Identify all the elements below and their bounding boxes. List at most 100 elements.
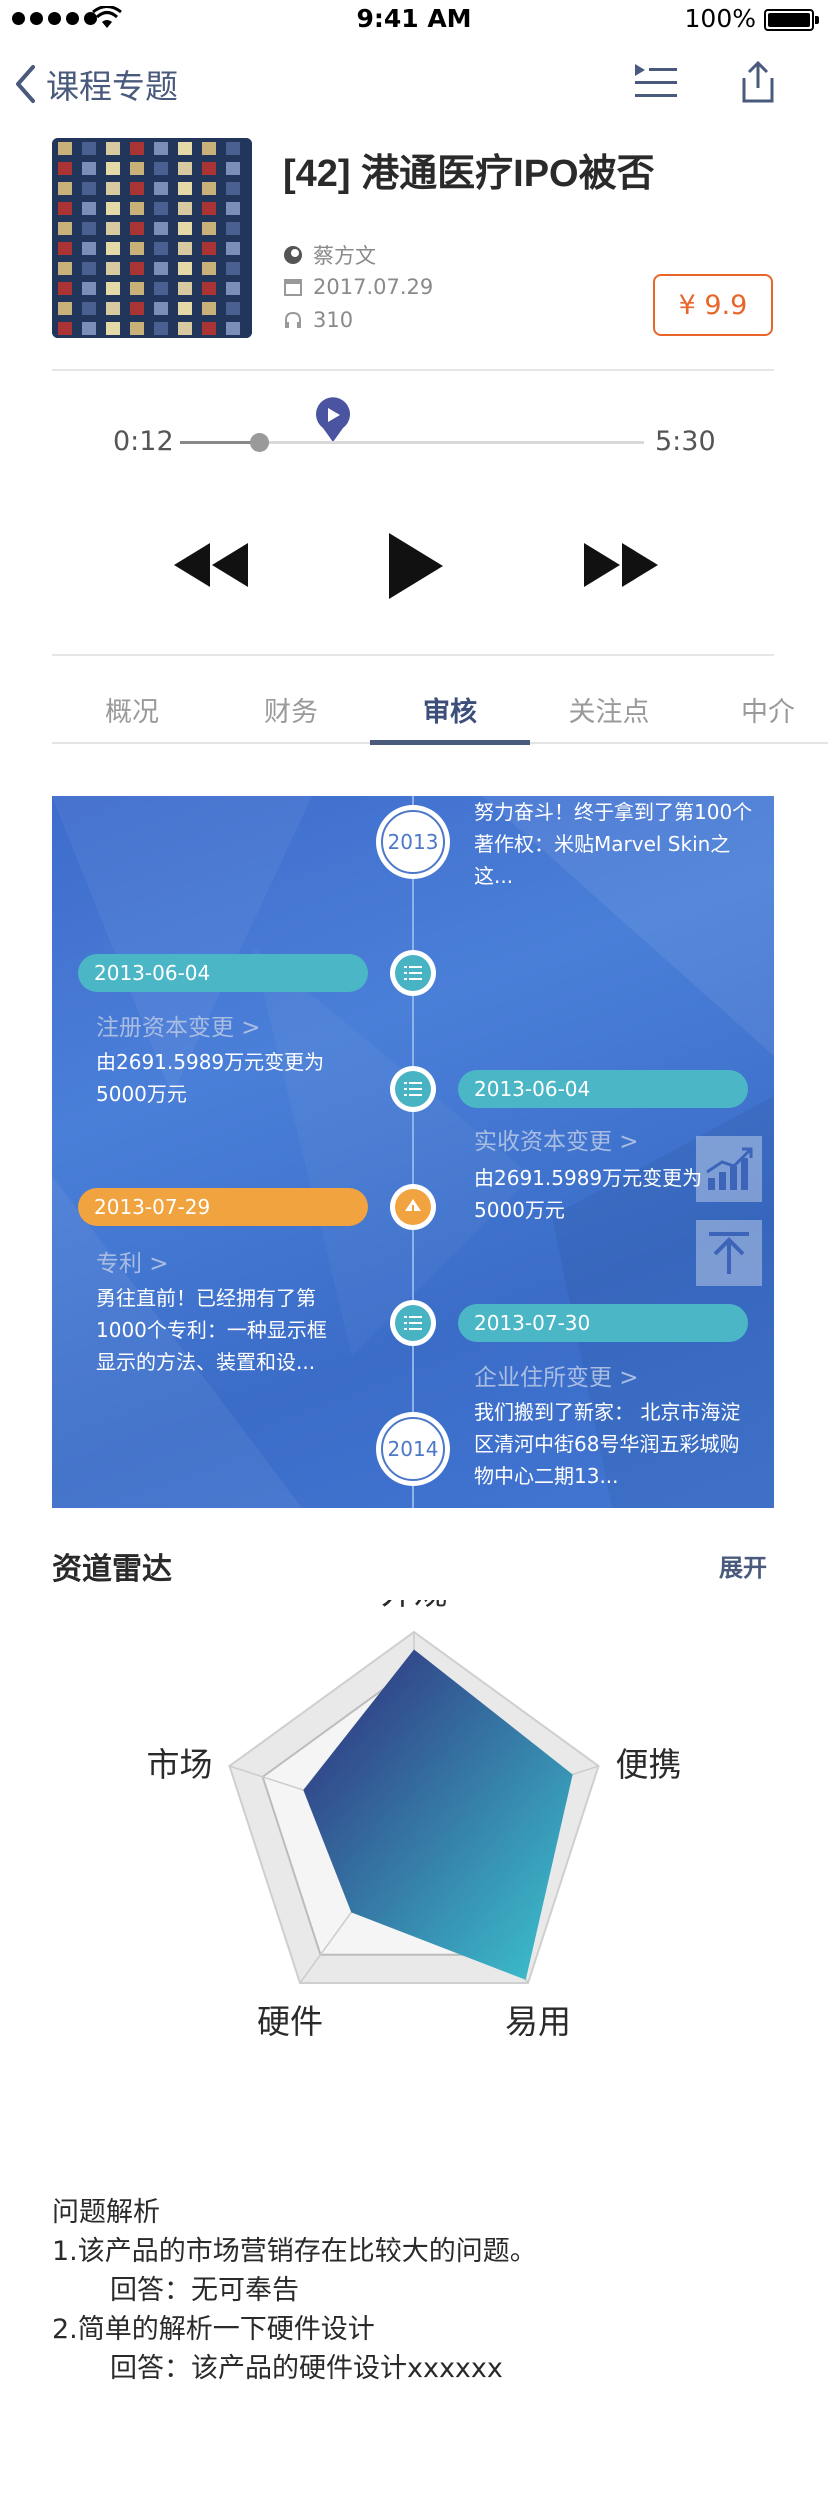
cover-window: [130, 322, 144, 335]
patent-icon: [405, 1199, 421, 1215]
back-to-top-button[interactable]: [696, 1220, 762, 1286]
event-node[interactable]: [390, 1300, 436, 1346]
progress-thumb[interactable]: [250, 433, 269, 452]
price-button[interactable]: ¥ 9.9: [653, 274, 773, 336]
chevron-left-icon: [16, 65, 35, 103]
answer-2: 回答：该产品的硬件设计xxxxxx: [110, 2353, 503, 2384]
tab-overview[interactable]: 概况: [52, 690, 212, 729]
cover-window: [58, 222, 72, 235]
event-title-link[interactable]: 实收资本变更 >: [474, 1122, 639, 1156]
cover-window: [82, 162, 96, 175]
cover-window: [82, 262, 96, 275]
battery-percent: 100%: [684, 4, 756, 33]
event-node[interactable]: [390, 950, 436, 996]
cover-window: [106, 262, 120, 275]
cover-window: [226, 262, 240, 275]
playlist-icon[interactable]: [633, 62, 679, 100]
cover-window: [154, 302, 168, 315]
tab-finance[interactable]: 财务: [211, 690, 371, 729]
cover-window: [154, 322, 168, 335]
status-bar: 9:41 AM 100%: [0, 0, 828, 40]
event-node[interactable]: [390, 1066, 436, 1112]
cover-window: [226, 202, 240, 215]
event-date-pill: 2013-07-29: [78, 1188, 368, 1226]
cover-window: [154, 182, 168, 195]
question-1: 1.该产品的市场营销存在比较大的问题。: [52, 2236, 537, 2267]
chart-toggle-button[interactable]: [696, 1136, 762, 1202]
qa-heading: 问题解析: [52, 2197, 160, 2228]
event-title-link[interactable]: 专利 >: [96, 1244, 169, 1278]
fast-forward-icon[interactable]: [580, 540, 660, 590]
cover-window: [154, 202, 168, 215]
year-marker: 2013: [376, 805, 450, 879]
cover-window: [130, 242, 144, 255]
answer-1: 回答：无可奉告: [110, 2275, 299, 2306]
cover-window: [106, 182, 120, 195]
cover-window: [82, 182, 96, 195]
author-avatar-icon: [284, 246, 302, 264]
cover-window: [130, 182, 144, 195]
cover-window: [106, 302, 120, 315]
cover-window: [130, 262, 144, 275]
radar-axis-label: 硬件: [257, 2002, 323, 2041]
tab-review[interactable]: 审核: [370, 690, 530, 729]
cover-window: [130, 282, 144, 295]
radar-axis-label: 易用: [505, 2002, 571, 2041]
cover-window: [178, 182, 192, 195]
event-date-pill: 2013-06-04: [78, 954, 368, 992]
cover-window: [58, 282, 72, 295]
cover-window: [178, 322, 192, 335]
calendar-icon: [284, 279, 302, 296]
cover-window: [154, 262, 168, 275]
cover-window: [82, 222, 96, 235]
event-title-link[interactable]: 注册资本变更 >: [96, 1008, 261, 1042]
cover-window: [58, 302, 72, 315]
listen-count: 310: [313, 308, 354, 332]
cover-window: [106, 202, 120, 215]
timeline-top-text: 努力奋斗！终于拿到了第100个著作权：米贴Marvel Skin之这...: [474, 800, 753, 888]
event-description: 由2691.5989万元变更为5000万元: [96, 1050, 325, 1106]
cover-window: [82, 202, 96, 215]
cover-window: [130, 302, 144, 315]
section-title: 资道雷达: [52, 1552, 172, 1587]
event-node[interactable]: [390, 1184, 436, 1230]
cover-window: [178, 262, 192, 275]
cover-window: [178, 202, 192, 215]
list-icon: [404, 1316, 422, 1330]
divider: [52, 369, 774, 371]
cover-window: [202, 182, 216, 195]
elapsed-time: 0:12: [113, 426, 174, 457]
tab-focus-points[interactable]: 关注点: [529, 690, 689, 729]
arrow-up-icon: [709, 1232, 749, 1274]
date-row: 2017.07.29: [283, 275, 433, 299]
tab-intermediaries[interactable]: 中介: [688, 690, 828, 729]
cover-window: [226, 242, 240, 255]
listens-row: 310: [283, 308, 353, 332]
share-icon[interactable]: [738, 60, 778, 104]
cover-window: [202, 262, 216, 275]
bar-chart-icon: [706, 1147, 753, 1190]
cover-window: [226, 222, 240, 235]
timeline-axis: [412, 796, 414, 1508]
expand-button[interactable]: 展开: [719, 1548, 767, 1583]
event-date-pill: 2013-07-30: [458, 1304, 748, 1342]
cover-window: [202, 322, 216, 335]
play-icon[interactable]: [386, 530, 446, 602]
cover-window: [154, 282, 168, 295]
back-button[interactable]: 课程专题: [14, 60, 178, 108]
course-cover-image: [52, 138, 252, 338]
event-title-link[interactable]: 企业住所变更 >: [474, 1358, 639, 1392]
cover-window: [130, 222, 144, 235]
radar-axis-label: 便携: [616, 1745, 682, 1784]
cover-window: [202, 302, 216, 315]
cover-window: [202, 162, 216, 175]
cover-window: [130, 162, 144, 175]
cover-window: [178, 302, 192, 315]
playhead-marker-icon[interactable]: [314, 396, 352, 444]
cover-window: [202, 202, 216, 215]
battery-icon: [764, 9, 819, 31]
section-tabs: 概况 财务 审核 关注点 中介: [52, 690, 828, 745]
cover-window: [154, 242, 168, 255]
rewind-icon[interactable]: [172, 540, 252, 590]
cover-window: [154, 222, 168, 235]
